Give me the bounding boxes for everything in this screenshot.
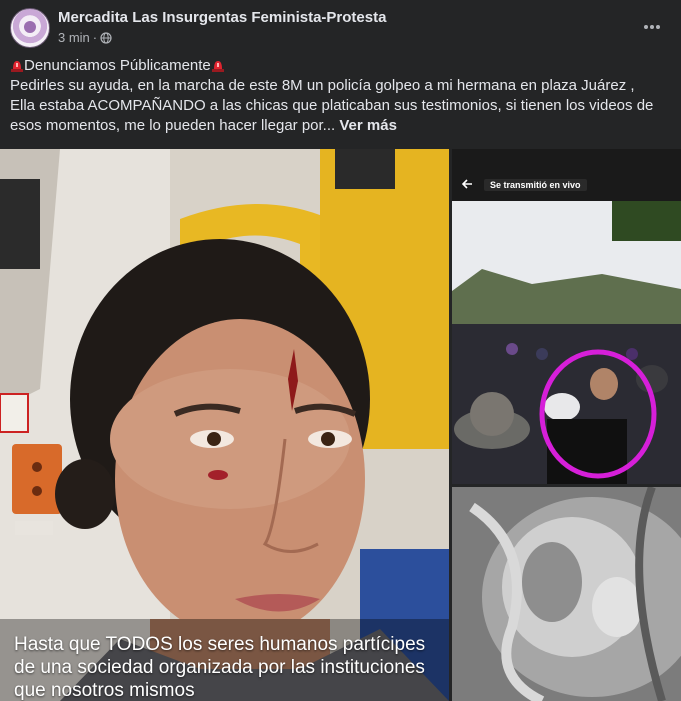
meta-separator: ·	[92, 30, 98, 45]
post-body-text: Ella estaba ACOMPAÑANDO a las chicas que…	[10, 97, 654, 134]
page-name-link[interactable]: Mercadita Las Insurgentas Feminista-Prot…	[58, 9, 386, 26]
post-media-grid: Hasta que TODOS los seres humanos partíc…	[0, 149, 681, 701]
post-heading: Denunciamos Públicamente	[24, 57, 211, 74]
back-arrow-icon[interactable]	[460, 177, 474, 191]
post-timestamp[interactable]: 3 min	[58, 30, 90, 45]
globe-icon	[100, 31, 112, 44]
siren-icon	[211, 61, 224, 72]
live-video-header: Se transmitió en vivo	[452, 149, 681, 201]
more-horizontal-icon	[644, 25, 660, 29]
post-text: Denunciamos Públicamente Pedirles su ayu…	[10, 56, 674, 136]
siren-icon	[11, 61, 23, 72]
post-meta: 3 min ·	[58, 30, 112, 45]
page-avatar[interactable]	[10, 8, 50, 48]
photo-caption: Hasta que TODOS los seres humanos partíc…	[14, 634, 426, 701]
main-photo[interactable]: Hasta que TODOS los seres humanos partíc…	[0, 149, 449, 701]
post-heading-line: Denunciamos Públicamente	[10, 56, 674, 76]
xray-photo[interactable]	[452, 487, 681, 701]
live-video-photo[interactable]: Se transmitió en vivo	[452, 149, 681, 484]
see-more-link[interactable]: Ver más	[339, 117, 397, 134]
more-options-button[interactable]	[637, 12, 667, 42]
xray-illustration	[452, 487, 681, 701]
post-header: Mercadita Las Insurgentas Feminista-Prot…	[0, 0, 681, 54]
live-label: Se transmitió en vivo	[484, 179, 587, 191]
post-body-line-1: Pedirles su ayuda, en la marcha de este …	[10, 77, 635, 94]
main-photo-illustration	[0, 149, 449, 701]
post-body-line-2: Ella estaba ACOMPAÑANDO a las chicas que…	[10, 96, 674, 136]
